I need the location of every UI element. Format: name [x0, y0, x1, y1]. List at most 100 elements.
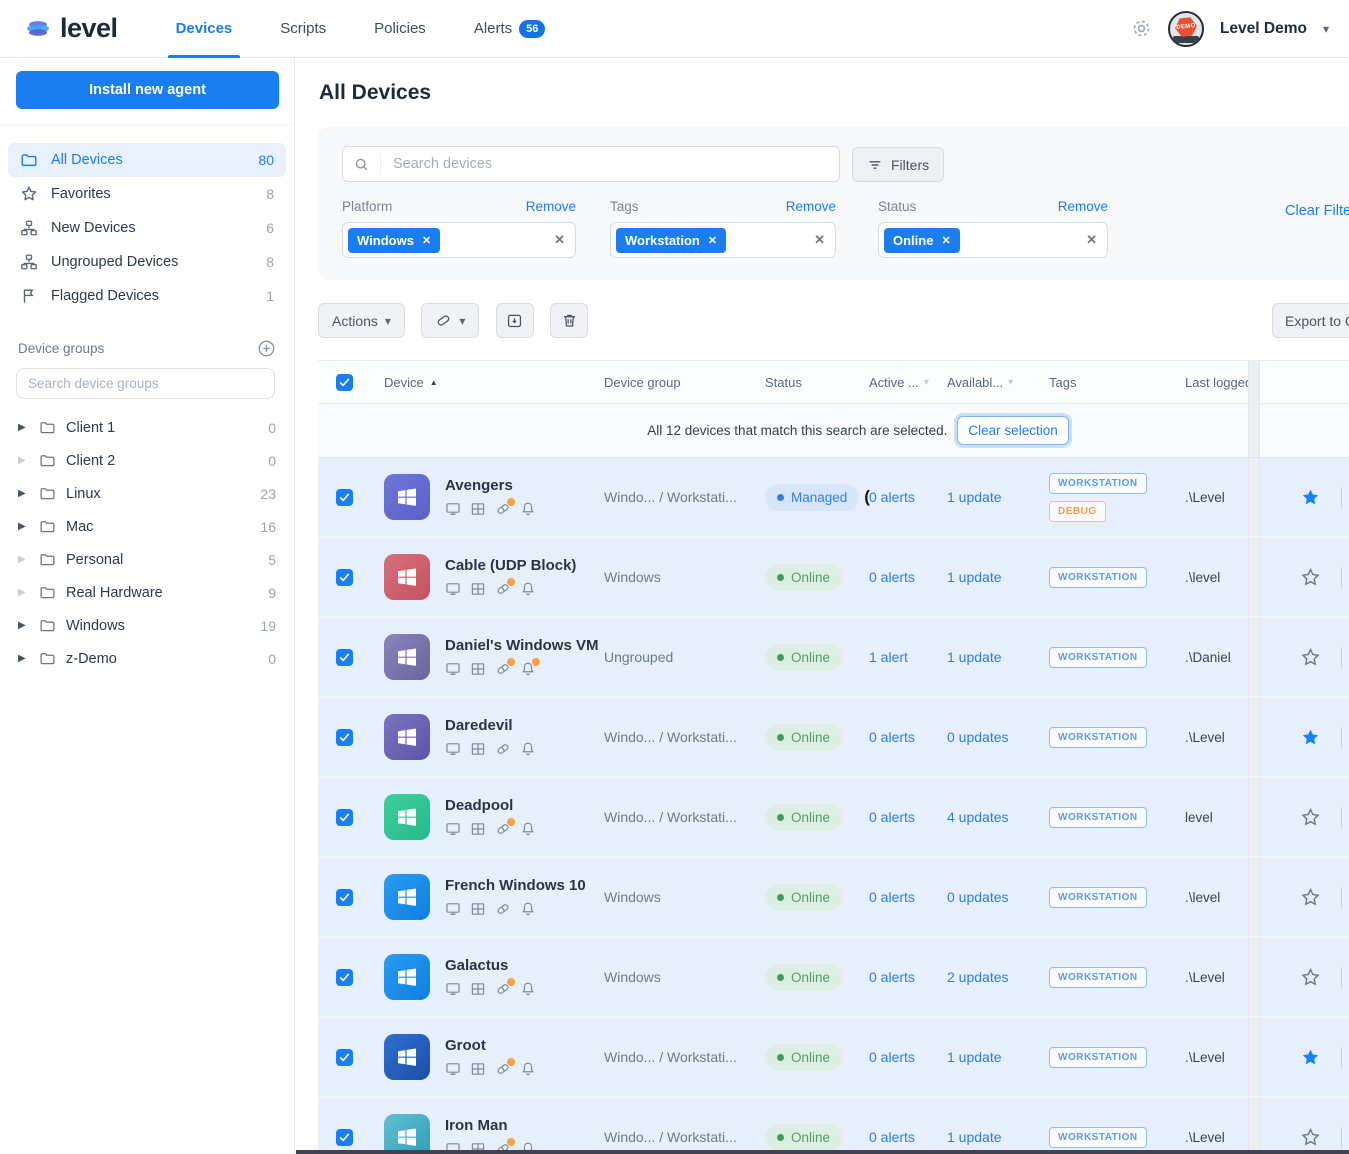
updates-link[interactable]: 1 update	[947, 1129, 1002, 1145]
level-logo[interactable]: level	[25, 13, 118, 44]
device-group-item[interactable]: ▶ Linux 23	[0, 477, 294, 510]
filters-button[interactable]: Filters	[852, 147, 945, 182]
patch-icon[interactable]	[495, 818, 515, 837]
favorite-star-icon[interactable]	[1300, 647, 1321, 668]
remote-screen-icon[interactable]	[445, 661, 461, 677]
group-search-input[interactable]	[16, 368, 275, 399]
device-name[interactable]: Galactus	[445, 957, 536, 974]
install-new-agent-button[interactable]: Install new agent	[16, 71, 279, 109]
sidebar-item-new-devices[interactable]: New Devices 6	[8, 211, 286, 245]
device-name[interactable]: French Windows 10	[445, 877, 586, 894]
favorite-star-icon[interactable]	[1300, 887, 1321, 908]
device-group-item[interactable]: ▶ Client 1 0	[0, 411, 294, 444]
favorite-star-icon[interactable]	[1300, 1047, 1321, 1068]
remove-filter-link[interactable]: Remove	[526, 199, 576, 214]
patch-icon[interactable]	[495, 658, 515, 677]
favorite-star-icon[interactable]	[1300, 807, 1321, 828]
device-search-input[interactable]	[381, 156, 839, 172]
tab-scripts[interactable]: Scripts	[280, 0, 326, 58]
sidebar-item-favorites[interactable]: Favorites 8	[8, 177, 286, 211]
move-to-group-button[interactable]	[495, 303, 534, 338]
filter-chip[interactable]: Windows ✕	[348, 227, 441, 253]
remove-filter-link[interactable]: Remove	[1058, 199, 1108, 214]
tab-alerts[interactable]: Alerts 56	[474, 0, 546, 58]
column-device[interactable]: Device	[384, 375, 424, 390]
device-group-item[interactable]: ▶ Real Hardware 9	[0, 576, 294, 609]
alerts-link[interactable]: 0 alerts	[869, 889, 915, 905]
alerts-link[interactable]: 0 alerts	[869, 729, 915, 745]
table-row[interactable]: Deadpool Windo... / Workstati... Online(…	[318, 778, 1349, 858]
device-name[interactable]: Avengers	[445, 477, 536, 494]
alerts-bell-icon[interactable]	[520, 981, 536, 997]
export-csv-button[interactable]: Export to CS	[1272, 303, 1349, 338]
table-row[interactable]: Daniel's Windows VM Ungrouped Online( 1 …	[318, 618, 1349, 698]
chip-remove-icon[interactable]: ✕	[941, 234, 950, 247]
favorite-star-icon[interactable]	[1300, 487, 1321, 508]
patch-icon[interactable]	[495, 498, 515, 517]
caret-right-icon[interactable]: ▶	[18, 422, 29, 433]
row-checkbox[interactable]	[335, 648, 353, 666]
filter-chip[interactable]: Online ✕	[884, 227, 960, 253]
clear-filters-link[interactable]: Clear Filters	[1285, 203, 1349, 219]
remote-screen-icon[interactable]	[445, 1061, 461, 1077]
row-checkbox[interactable]	[335, 1128, 353, 1146]
device-group-item[interactable]: ▶ Client 2 0	[0, 444, 294, 477]
device-name[interactable]: Daredevil	[445, 717, 536, 734]
alerts-bell-icon[interactable]	[520, 501, 536, 517]
status-select[interactable]: Online ✕ ✕	[878, 222, 1108, 258]
updates-link[interactable]: 0 updates	[947, 729, 1009, 745]
column-tags[interactable]: Tags	[1049, 375, 1076, 390]
caret-right-icon[interactable]: ▶	[18, 455, 29, 466]
updates-link[interactable]: 0 updates	[947, 889, 1009, 905]
row-checkbox[interactable]	[335, 888, 353, 906]
column-available-updates[interactable]: Availabl...	[947, 375, 1003, 390]
alerts-bell-icon[interactable]	[520, 821, 536, 837]
updates-link[interactable]: 1 update	[947, 1049, 1002, 1065]
favorite-star-icon[interactable]	[1300, 567, 1321, 588]
chevron-down-icon[interactable]: ▾	[1323, 22, 1329, 36]
alerts-bell-icon[interactable]	[520, 741, 536, 757]
settings-gear-icon[interactable]	[1131, 18, 1152, 39]
remote-screen-icon[interactable]	[445, 901, 461, 917]
alerts-bell-icon[interactable]	[520, 581, 536, 597]
alerts-link[interactable]: 0 alerts	[869, 489, 915, 505]
row-checkbox[interactable]	[335, 1048, 353, 1066]
user-name[interactable]: Level Demo	[1220, 20, 1307, 38]
user-avatar[interactable]: DEMO	[1167, 10, 1204, 47]
chip-remove-icon[interactable]: ✕	[422, 234, 431, 247]
edit-tags-button[interactable]: ▾	[421, 303, 480, 338]
alerts-bell-icon[interactable]	[520, 658, 540, 677]
alerts-bell-icon[interactable]	[520, 1061, 536, 1077]
device-name[interactable]: Cable (UDP Block)	[445, 557, 576, 574]
updates-link[interactable]: 1 update	[947, 569, 1002, 585]
caret-right-icon[interactable]: ▶	[18, 488, 29, 499]
device-name[interactable]: Groot	[445, 1037, 536, 1054]
updates-link[interactable]: 2 updates	[947, 969, 1009, 985]
alerts-link[interactable]: 0 alerts	[869, 809, 915, 825]
favorite-star-icon[interactable]	[1300, 967, 1321, 988]
tags-select[interactable]: Workstation ✕ ✕	[610, 222, 836, 258]
favorite-star-icon[interactable]	[1300, 727, 1321, 748]
alerts-link[interactable]: 1 alert	[869, 649, 908, 665]
column-active-alerts[interactable]: Active ...	[869, 375, 919, 390]
updates-link[interactable]: 4 updates	[947, 809, 1009, 825]
select-all-checkbox[interactable]	[335, 373, 353, 391]
tab-policies[interactable]: Policies	[374, 0, 426, 58]
clear-select-icon[interactable]: ✕	[1086, 232, 1097, 248]
clear-selection-button[interactable]: Clear selection	[957, 416, 1069, 445]
alerts-link[interactable]: 0 alerts	[869, 1129, 915, 1145]
patch-icon[interactable]	[495, 901, 511, 917]
platform-select[interactable]: Windows ✕ ✕	[342, 222, 576, 258]
column-last-logged-in[interactable]: Last logged i	[1185, 375, 1248, 390]
caret-right-icon[interactable]: ▶	[18, 653, 29, 664]
clear-select-icon[interactable]: ✕	[814, 232, 825, 248]
sidebar-item-ungrouped-devices[interactable]: Ungrouped Devices 8	[8, 245, 286, 279]
table-row[interactable]: Galactus Windows Online( 0 alerts 2 upda…	[318, 938, 1349, 1018]
remove-filter-link[interactable]: Remove	[786, 199, 836, 214]
updates-link[interactable]: 1 update	[947, 649, 1002, 665]
device-group-item[interactable]: ▶ Personal 5	[0, 543, 294, 576]
device-name[interactable]: Deadpool	[445, 797, 536, 814]
row-checkbox[interactable]	[335, 728, 353, 746]
table-row[interactable]: Daredevil Windo... / Workstati... Online…	[318, 698, 1349, 778]
column-device-group[interactable]: Device group	[604, 375, 681, 390]
